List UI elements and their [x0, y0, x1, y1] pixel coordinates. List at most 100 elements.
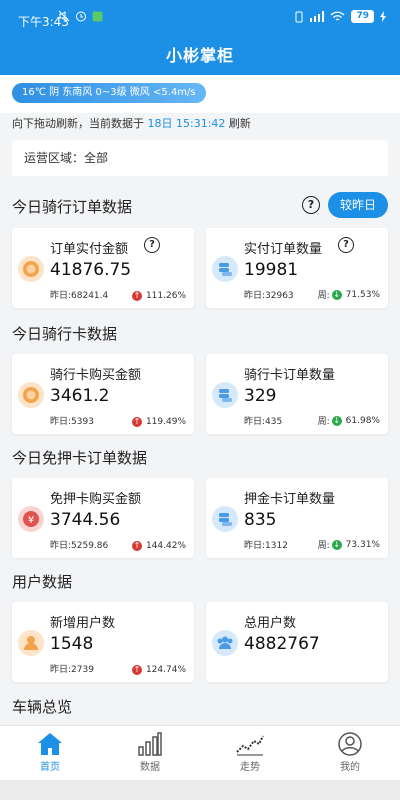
wifi-icon: [330, 11, 345, 21]
app-header: 下午3:43 79 小彬掌柜: [0, 0, 400, 75]
section-title-riding-cards: 今日骑行卡数据: [12, 325, 118, 343]
card-yesterday: 昨日:68241.4: [50, 291, 109, 301]
card-label: 骑行卡购买金额: [50, 368, 142, 383]
card-order-paid-amount[interactable]: 订单实付金额 ? 41876.75 昨日:68241.4 ↑ 111.26%: [12, 228, 194, 308]
card-label: 新增用户数: [50, 616, 116, 631]
card-label: 订单实付金额: [50, 242, 129, 257]
status-icons-left: [58, 10, 103, 22]
card-value: 41876.75: [50, 260, 132, 280]
card-deposit-free-amount[interactable]: ¥ 免押卡购买金额 3744.56 昨日:5259.86 ↑ 144.42%: [12, 478, 194, 558]
bottom-tab-bar: 首页 数据 走势 我的: [0, 725, 400, 780]
trend-up-icon: ↑: [131, 541, 142, 551]
card-trend: 周: ↓ 71.53%: [318, 288, 380, 301]
trend-value: 73.31%: [345, 539, 380, 550]
weather-bar: 16℃ 阴 东南风 0~3级 微风 <5.4m/s: [0, 75, 400, 113]
trend-up-icon: ↑: [131, 291, 142, 301]
help-icon[interactable]: ?: [338, 237, 354, 253]
refresh-prefix: 向下拖动刷新，当前数据于: [12, 117, 144, 130]
weather-info: 16℃ 阴 东南风 0~3级 微风 <5.4m/s: [12, 83, 206, 103]
card-riding-card-amount[interactable]: 骑行卡购买金额 3461.2 昨日:5393 ↑ 119.49%: [12, 354, 194, 434]
section-title-deposit-free: 今日免押卡订单数据: [12, 449, 148, 467]
card-label: 骑行卡订单数量: [244, 368, 336, 383]
refresh-timestamp: 18日 15:31:42: [147, 117, 226, 130]
card-trend: ↑ 124.74%: [131, 665, 186, 675]
alarm-icon: [76, 11, 86, 22]
users-icon: [212, 630, 238, 656]
card-deposit-card-orders[interactable]: 押金卡订单数量 835 昨日:1312 周: ↓ 73.31%: [206, 478, 388, 558]
profile-icon: [338, 732, 362, 756]
refresh-suffix: 刷新: [228, 117, 251, 130]
mute-icon: [58, 10, 70, 22]
region-selector[interactable]: 运营区域：全部: [12, 140, 388, 176]
trend-value: 61.98%: [345, 415, 380, 426]
card-new-users[interactable]: 新增用户数 1548 昨日:2739 ↑ 124.74%: [12, 602, 194, 682]
card-yesterday: 昨日:32963: [244, 291, 294, 301]
card-value: 4882767: [244, 634, 320, 654]
trend-icon: [236, 735, 264, 756]
card-riding-card-orders[interactable]: 骑行卡订单数量 329 昨日:435 周: ↓ 61.98%: [206, 354, 388, 434]
card-trend: ↑ 144.42%: [131, 541, 186, 551]
card-label: 押金卡订单数量: [244, 492, 336, 507]
section-title-riding-orders: 今日骑行订单数据: [12, 198, 133, 216]
app-notification-icon: [92, 11, 103, 21]
card-trend: ↑ 119.49%: [131, 417, 186, 427]
card-paid-order-count[interactable]: 实付订单数量 ? 19981 昨日:32963 周: ↓ 71.53%: [206, 228, 388, 308]
card-yesterday: 昨日:5393: [50, 417, 94, 427]
trend-value: 111.26%: [145, 291, 186, 301]
trend-up-icon: ↑: [131, 417, 142, 427]
tab-label: 首页: [40, 762, 60, 773]
tab-profile[interactable]: 我的: [320, 732, 380, 773]
trend-value: 119.49%: [145, 417, 186, 427]
stack-icon: [212, 256, 238, 282]
card-value: 19981: [244, 260, 299, 280]
help-icon[interactable]: ?: [302, 196, 320, 214]
trend-prefix: 周:: [317, 541, 330, 551]
card-yesterday: 昨日:2739: [50, 665, 94, 675]
signal-icon: [310, 11, 325, 22]
card-value: 1548: [50, 634, 94, 654]
vibrate-icon: [295, 11, 303, 22]
trend-value: 124.74%: [145, 665, 186, 675]
section-title-vehicles: 车辆总览: [12, 698, 73, 716]
section-title-users: 用户数据: [12, 573, 73, 591]
card-label: 实付订单数量: [244, 242, 323, 257]
card-value: 835: [244, 510, 277, 530]
card-value: 329: [244, 386, 277, 406]
coin-icon: [18, 256, 44, 282]
tab-data[interactable]: 数据: [120, 732, 180, 773]
trend-prefix: 周:: [317, 417, 330, 427]
help-icon[interactable]: ?: [144, 237, 160, 253]
tab-home[interactable]: 首页: [20, 732, 80, 773]
card-trend: ↑ 111.26%: [131, 291, 186, 301]
bar-chart-icon: [138, 732, 162, 756]
status-icons-right: 79: [294, 10, 386, 23]
trend-down-icon: ↓: [331, 289, 342, 300]
user-icon: [18, 630, 44, 656]
card-value: 3744.56: [50, 510, 121, 530]
card-trend: 周: ↓ 61.98%: [318, 414, 380, 427]
battery-level: 79: [351, 10, 374, 23]
coin-icon: [18, 382, 44, 408]
trend-prefix: 周:: [317, 291, 330, 301]
trend-value: 144.42%: [145, 541, 186, 551]
trend-down-icon: ↓: [331, 415, 342, 426]
tab-label: 我的: [340, 762, 360, 773]
card-value: 3461.2: [50, 386, 110, 406]
home-icon: [38, 733, 62, 755]
card-label: 免押卡购买金额: [50, 492, 142, 507]
compare-yesterday-button[interactable]: 较昨日: [328, 192, 388, 218]
system-nav-area: [0, 780, 400, 800]
tab-label: 数据: [140, 762, 160, 773]
card-yesterday: 昨日:5259.86: [50, 541, 109, 551]
app-title: 小彬掌柜: [165, 46, 234, 65]
charging-icon: [380, 11, 386, 22]
svg-text:¥: ¥: [28, 515, 34, 526]
yen-icon: ¥: [18, 506, 44, 532]
card-total-users[interactable]: 总用户数 4882767: [206, 602, 388, 682]
stack-icon: [212, 382, 238, 408]
tab-trend[interactable]: 走势: [220, 732, 280, 773]
card-yesterday: 昨日:435: [244, 417, 283, 427]
trend-up-icon: ↑: [131, 665, 142, 675]
status-bar: 下午3:43 79: [0, 0, 400, 36]
card-yesterday: 昨日:1312: [244, 541, 288, 551]
